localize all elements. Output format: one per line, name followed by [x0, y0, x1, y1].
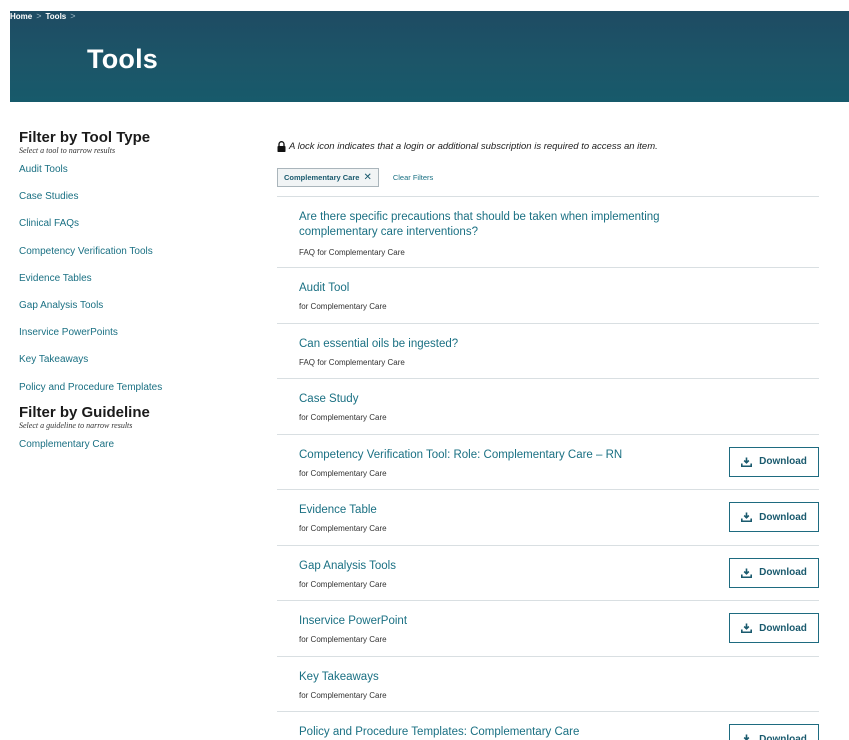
download-button[interactable]: Download — [729, 446, 819, 477]
sidebar-item-clinical-faqs[interactable]: Clinical FAQs — [19, 218, 249, 245]
breadcrumb-home[interactable]: Home — [10, 12, 32, 21]
result-row: Key Takeaways for Complementary Care — [277, 655, 819, 712]
result-subtitle: FAQ for Complementary Care — [299, 357, 405, 367]
guideline-filter: Filter by Guideline Select a guideline t… — [19, 403, 249, 466]
result-subtitle: for Complementary Care — [299, 468, 387, 478]
result-subtitle: FAQ for Complementary Care — [299, 248, 405, 257]
result-subtitle: for Complementary Care — [299, 413, 387, 422]
result-subtitle: for Complementary Care — [299, 635, 387, 644]
breadcrumb-separator: > — [70, 11, 76, 21]
result-title-link[interactable]: Evidence Table — [299, 503, 719, 518]
download-label: Download — [759, 733, 807, 740]
tool-type-list: Audit Tools Case Studies Clinical FAQs Comp… — [19, 164, 249, 409]
result-title-link[interactable]: Competency Verification Tool: Role: Comp… — [299, 448, 719, 463]
result-row: Case Study for Complementary Care — [277, 378, 819, 434]
breadcrumb-separator: > — [36, 11, 42, 21]
download-label: Download — [759, 567, 807, 578]
filter-chip-label: Complementary Care — [284, 173, 360, 182]
active-filters: Complementary Care ✕ Clear Filters — [277, 168, 819, 187]
result-row: Can essential oils be ingested? FAQ for C… — [277, 322, 819, 379]
filter-chip-complementary-care[interactable]: Complementary Care ✕ — [277, 168, 379, 187]
guideline-subheading: Select a guideline to narrow results — [19, 420, 133, 430]
result-title-link[interactable]: Audit Tool — [299, 281, 719, 296]
result-row: Inservice PowerPoint for Complementary Ca… — [277, 600, 819, 656]
sidebar-item-competency-verification-tools[interactable]: Competency Verification Tools — [19, 246, 249, 273]
download-button[interactable]: Download — [729, 557, 819, 588]
download-icon — [743, 734, 750, 740]
download-button[interactable]: Download — [729, 613, 819, 643]
lock-notice: A lock icon indicates that a login or ad… — [277, 138, 819, 154]
main-content: A lock icon indicates that a login or ad… — [277, 138, 819, 187]
result-row: Competency Verification Tool: Role: Comp… — [277, 433, 819, 490]
result-row: Gap Analysis Tools for Complementary Care… — [277, 544, 819, 601]
download-icon — [741, 457, 753, 467]
sidebar-item-case-studies[interactable]: Case Studies — [19, 191, 249, 218]
tool-type-filter: Filter by Tool Type Select a tool to nar… — [19, 130, 249, 409]
result-subtitle: for Complementary Care — [299, 524, 387, 533]
lock-notice-text: A lock icon indicates that a login or ad… — [289, 140, 658, 152]
sidebar-item-complementary-care[interactable]: Complementary Care — [19, 439, 249, 466]
clear-filters-link[interactable]: Clear Filters — [393, 173, 433, 182]
sidebar-item-gap-analysis-tools[interactable]: Gap Analysis Tools — [19, 300, 249, 327]
result-title-link[interactable]: Inservice PowerPoint — [299, 614, 719, 629]
download-button[interactable]: Download — [729, 724, 819, 740]
results-list: Are there specific precautions that shou… — [277, 196, 819, 740]
result-subtitle: for Complementary Care — [299, 302, 387, 311]
result-title-link[interactable]: Key Takeaways — [299, 670, 719, 685]
page-title: Tools — [87, 44, 158, 74]
result-row: Evidence Table for Complementary Care Down… — [277, 489, 819, 545]
breadcrumb-tools[interactable]: Tools — [46, 12, 67, 21]
result-row: Are there specific precautions that shou… — [277, 196, 819, 267]
download-icon — [741, 623, 753, 633]
result-title-link[interactable]: Policy and Procedure Templates: Compleme… — [299, 725, 719, 740]
tool-type-heading: Filter by Tool Type — [19, 129, 151, 146]
download-icon — [741, 568, 753, 578]
download-label: Download — [759, 511, 807, 523]
result-title-link[interactable]: Case Study — [299, 392, 719, 407]
sidebar-item-key-takeaways[interactable]: Key Takeaways — [19, 354, 249, 381]
download-button[interactable]: Download — [729, 502, 819, 532]
guideline-list: Complementary Care — [19, 439, 249, 466]
sidebar-item-inservice-powerpoints[interactable]: Inservice PowerPoints — [19, 327, 249, 354]
result-row: Policy and Procedure Templates: Compleme… — [277, 711, 819, 740]
close-icon[interactable]: ✕ — [363, 172, 371, 183]
result-title-link[interactable]: Gap Analysis Tools — [299, 559, 719, 574]
breadcrumb: Home > Tools > — [10, 11, 76, 21]
lock-icon — [277, 140, 286, 152]
result-title-link[interactable]: Can essential oils be ingested? — [299, 337, 719, 352]
guideline-heading: Filter by Guideline — [19, 403, 150, 421]
result-subtitle: for Complementary Care — [299, 690, 387, 700]
result-title-link[interactable]: Are there specific precautions that shou… — [299, 210, 719, 240]
download-label: Download — [759, 456, 807, 467]
download-label: Download — [759, 622, 807, 634]
result-subtitle: for Complementary Care — [299, 579, 387, 589]
result-row: Audit Tool for Complementary Care — [277, 267, 819, 323]
download-icon — [741, 512, 753, 522]
sidebar: Filter by Tool Type Select a tool to nar… — [19, 130, 249, 466]
tool-type-subheading: Select a tool to narrow results — [19, 146, 116, 155]
sidebar-item-evidence-tables[interactable]: Evidence Tables — [19, 273, 249, 300]
sidebar-item-audit-tools[interactable]: Audit Tools — [19, 164, 249, 191]
